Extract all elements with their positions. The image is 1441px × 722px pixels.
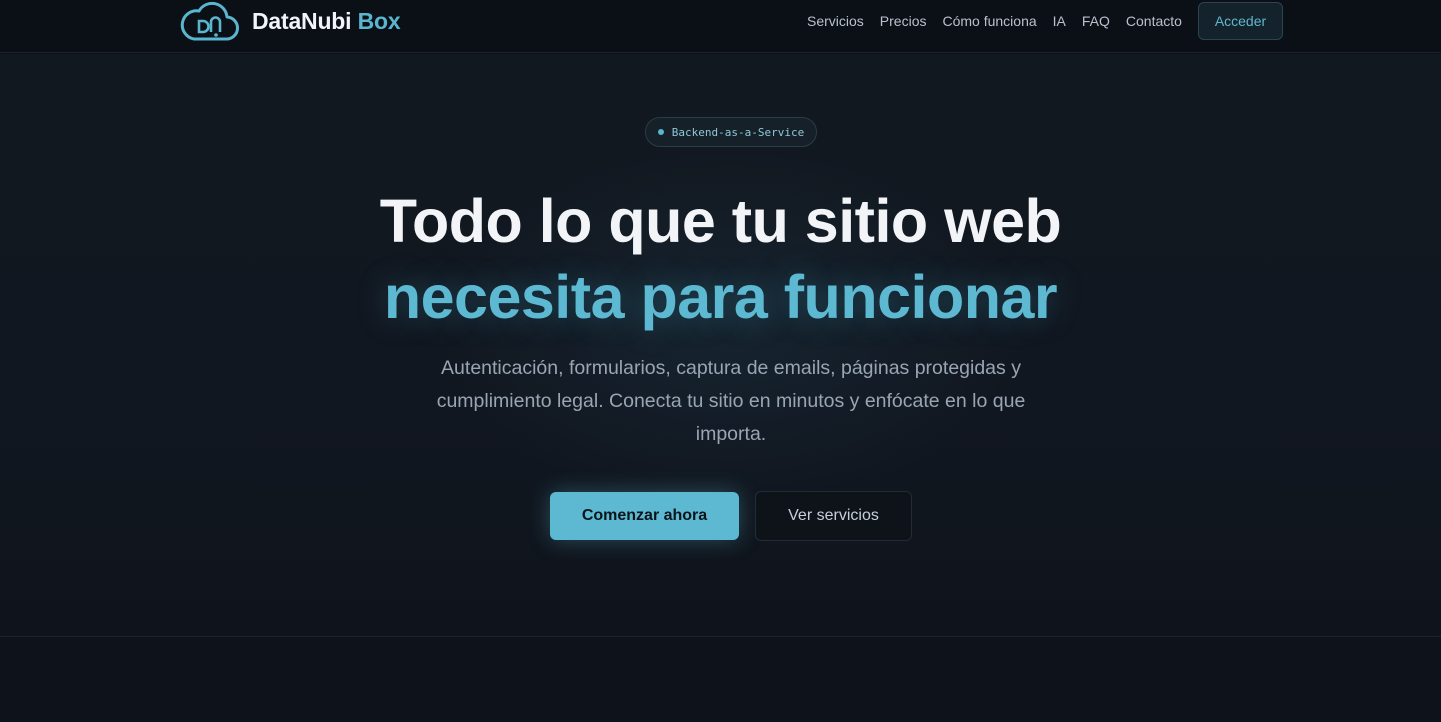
hero-title: Todo lo que tu sitio web necesita para f… (0, 183, 1441, 335)
hero-subtitle: Autenticación, formularios, captura de e… (436, 357, 1026, 445)
brand-accent: Box (357, 7, 401, 34)
brand-logo-link[interactable]: DataNubi Box (180, 0, 401, 42)
service-badge: Backend-as-a-Service (645, 117, 817, 147)
next-section (0, 638, 1441, 722)
start-now-button[interactable]: Comenzar ahora (550, 492, 739, 540)
top-navbar: DataNubi Box Servicios Precios Cómo func… (0, 0, 1441, 53)
hero-title-line1: Todo lo que tu sitio web (379, 187, 1062, 255)
view-services-button[interactable]: Ver servicios (755, 491, 912, 541)
brand-name: DataNubi Box (252, 7, 401, 34)
nav-link-ia[interactable]: IA (1053, 13, 1066, 29)
badge-label: Backend-as-a-Service (671, 125, 805, 139)
hero-title-line2: necesita para funcionar (383, 263, 1058, 331)
login-button[interactable]: Acceder (1198, 2, 1283, 40)
nav-link-contacto[interactable]: Contacto (1126, 13, 1182, 29)
nav-link-servicios[interactable]: Servicios (807, 13, 864, 29)
nav-link-faq[interactable]: FAQ (1082, 13, 1110, 29)
hero-section: Backend-as-a-Service Todo lo que tu siti… (0, 54, 1441, 637)
main-nav: Servicios Precios Cómo funciona IA FAQ C… (807, 13, 1182, 29)
nav-link-como-funciona[interactable]: Cómo funciona (942, 13, 1036, 29)
badge-dot-icon (657, 129, 664, 135)
cloud-icon (180, 1, 239, 41)
nav-link-precios[interactable]: Precios (880, 13, 927, 29)
